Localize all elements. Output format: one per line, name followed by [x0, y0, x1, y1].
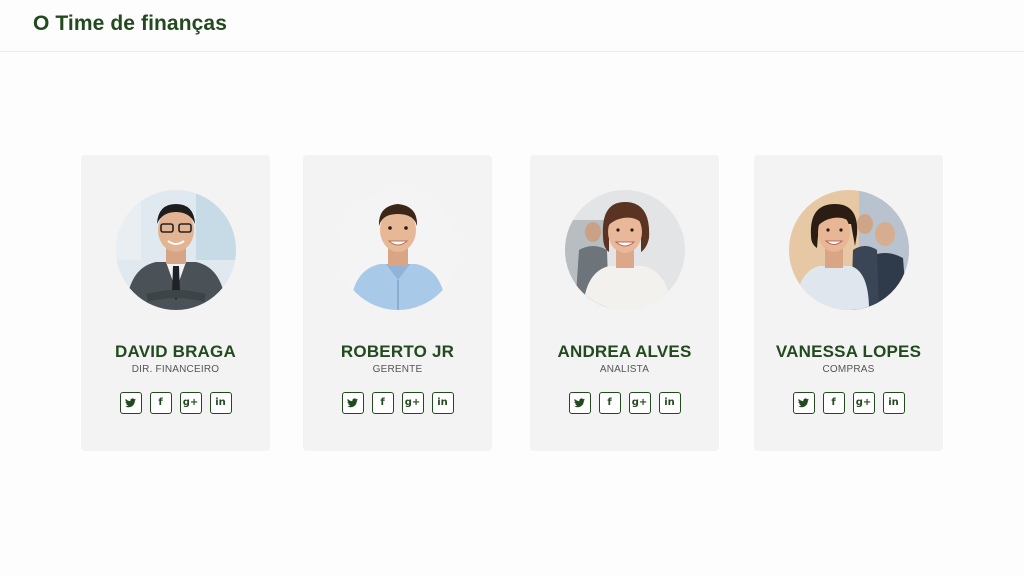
- social-links: f g+ in: [81, 392, 270, 414]
- facebook-icon[interactable]: f: [371, 392, 394, 414]
- avatar: [789, 190, 909, 310]
- team-member-card: VANESSA LOPES COMPRAS f g+ in: [754, 155, 943, 451]
- member-name: VANESSA LOPES: [775, 342, 922, 361]
- facebook-icon[interactable]: f: [149, 392, 172, 414]
- google-plus-icon[interactable]: g+: [628, 392, 651, 414]
- twitter-icon[interactable]: [568, 392, 591, 414]
- facebook-icon[interactable]: f: [598, 392, 621, 414]
- social-links: f g+ in: [754, 392, 943, 414]
- page-header: O Time de finanças: [0, 0, 1024, 52]
- linkedin-icon[interactable]: in: [882, 392, 905, 414]
- twitter-icon[interactable]: [119, 392, 142, 414]
- social-links: f g+ in: [530, 392, 719, 414]
- twitter-icon[interactable]: [792, 392, 815, 414]
- member-name: DAVID BRAGA: [115, 342, 236, 361]
- avatar: [116, 190, 236, 310]
- google-plus-icon[interactable]: g+: [179, 392, 202, 414]
- member-role: COMPRAS: [822, 364, 875, 375]
- linkedin-icon[interactable]: in: [209, 392, 232, 414]
- team-member-card: ANDREA ALVES ANALISTA f g+ in: [530, 155, 719, 451]
- twitter-icon[interactable]: [341, 392, 364, 414]
- member-role: DIR. FINANCEIRO: [131, 364, 220, 375]
- page-title: O Time de finanças: [33, 12, 227, 35]
- avatar: [338, 190, 458, 310]
- google-plus-icon[interactable]: g+: [852, 392, 875, 414]
- facebook-icon[interactable]: f: [822, 392, 845, 414]
- google-plus-icon[interactable]: g+: [401, 392, 424, 414]
- avatar: [565, 190, 685, 310]
- member-name: ROBERTO JR: [340, 342, 455, 361]
- team-member-card: ROBERTO JR GERENTE f g+ in: [303, 155, 492, 451]
- member-name: ANDREA ALVES: [557, 342, 692, 361]
- linkedin-icon[interactable]: in: [658, 392, 681, 414]
- team-member-card: DAVID BRAGA DIR. FINANCEIRO f g+ in: [81, 155, 270, 451]
- linkedin-icon[interactable]: in: [431, 392, 454, 414]
- member-role: GERENTE: [372, 364, 423, 375]
- social-links: f g+ in: [303, 392, 492, 414]
- member-role: ANALISTA: [599, 364, 650, 375]
